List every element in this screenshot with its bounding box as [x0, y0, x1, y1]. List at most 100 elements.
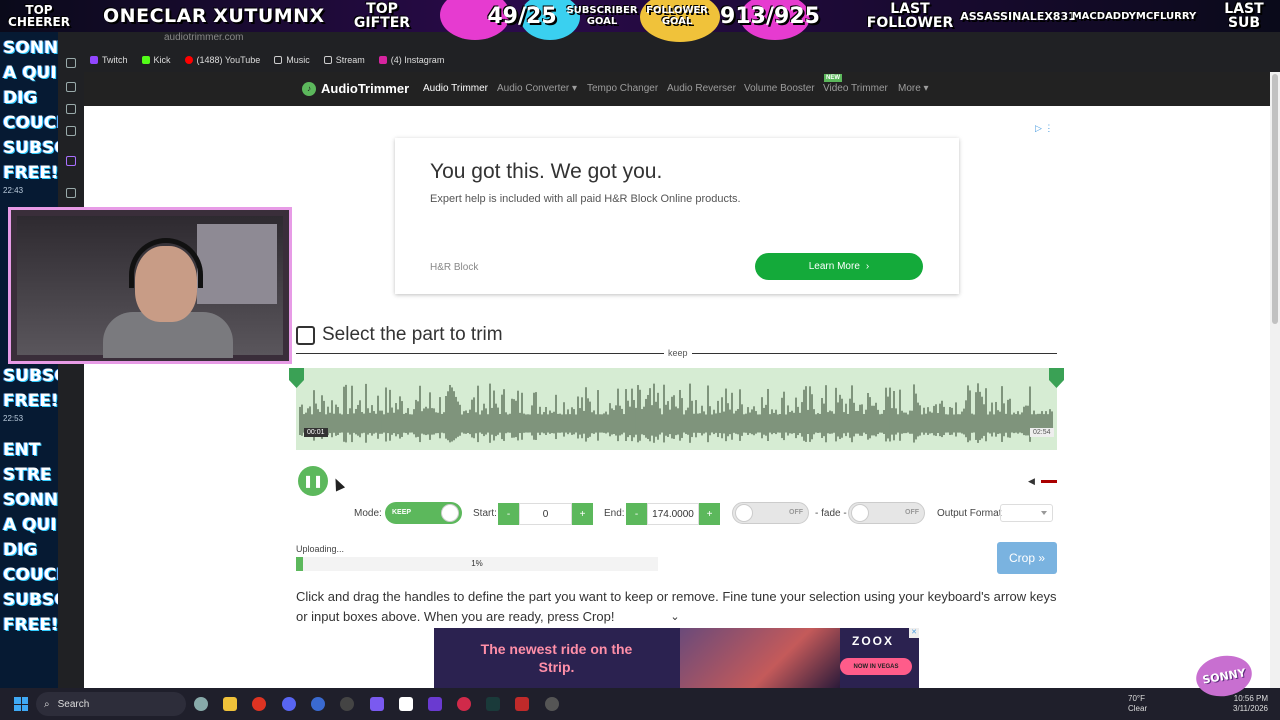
chat-line: SONNY: [3, 38, 58, 58]
chat-line: DIG: [3, 88, 38, 108]
toggle-knob: [735, 504, 753, 522]
keep-label: keep: [664, 348, 692, 358]
volume-slider[interactable]: [1041, 480, 1057, 483]
youtube-icon: [184, 56, 193, 64]
start-label: Start:: [473, 508, 497, 519]
mode-toggle[interactable]: KEEP: [385, 502, 462, 524]
top-gifter-name: XUTUMNX: [213, 5, 325, 27]
end-input[interactable]: 174.0000: [647, 503, 699, 525]
banner-ad[interactable]: The newest ride on the Strip. ZOOX NOW I…: [434, 628, 919, 688]
bookmark-stream[interactable]: Stream: [323, 55, 365, 65]
windows-start-icon[interactable]: [14, 697, 28, 711]
headset-icon: [129, 238, 203, 288]
bookmark-kick[interactable]: Kick: [141, 55, 171, 65]
bookmark-youtube[interactable]: (1488) YouTube: [184, 55, 261, 65]
chat-line: A QUI: [3, 63, 57, 83]
chat-line: FREE!: [3, 615, 58, 635]
banner-cta-button[interactable]: NOW IN VEGAS: [840, 658, 912, 675]
nav-audio-trimmer[interactable]: Audio Trimmer: [423, 83, 488, 94]
logo-text: AudioTrimmer: [321, 81, 410, 96]
bookmark-label: Kick: [153, 55, 171, 65]
learn-more-button[interactable]: Learn More ›: [755, 253, 923, 280]
scrollbar-thumb[interactable]: [1272, 74, 1278, 324]
app-icon[interactable]: [486, 697, 500, 711]
site-logo[interactable]: ♪ AudioTrimmer: [302, 81, 409, 96]
app-icon[interactable]: [515, 697, 529, 711]
file-explorer-icon[interactable]: [223, 697, 237, 711]
banner-logo: ZOOX: [852, 634, 895, 648]
sidebar-icon[interactable]: [66, 58, 76, 68]
chat-line: SUBSC: [3, 590, 58, 610]
discord-icon[interactable]: [282, 697, 296, 711]
output-format-select[interactable]: [1000, 504, 1053, 522]
twitch-icon[interactable]: [66, 156, 76, 166]
sidebar-icon[interactable]: [66, 126, 76, 136]
subscriber-goal-label: SUBSCRIBER GOAL: [566, 5, 638, 27]
volume-icon[interactable]: ◀: [1028, 476, 1035, 487]
crop-button[interactable]: Crop »: [997, 542, 1057, 574]
pause-icon: ❚❚: [302, 474, 324, 488]
system-clock[interactable]: 10:56 PM 3/11/2026: [1220, 694, 1268, 714]
webcam-video: [17, 216, 283, 358]
site-navbar: ♪ AudioTrimmer Audio Trimmer Audio Conver…: [84, 72, 1270, 106]
toggle-label: OFF: [905, 509, 919, 516]
display-ad[interactable]: You got this. We got you. Expert help is…: [395, 138, 959, 294]
stream-overlay-bar: TOP CHEERER ONECLAR XUTUMNX TOP GIFTER 4…: [0, 0, 1280, 42]
chat-timestamp: 22:43: [3, 186, 24, 195]
start-decrement-button[interactable]: -: [498, 503, 519, 525]
address-bar[interactable]: audiotrimmer.com: [164, 32, 243, 43]
nav-audio-converter[interactable]: Audio Converter ▾: [497, 83, 577, 94]
adchoices-icon[interactable]: ▷ ⋮: [1035, 123, 1053, 134]
opera-gx-icon[interactable]: [252, 697, 266, 711]
capcut-icon[interactable]: [399, 697, 413, 711]
bookmark-twitch[interactable]: Twitch: [90, 55, 128, 65]
nav-video-trimmer[interactable]: Video Trimmer: [823, 83, 888, 94]
maps-pin-icon[interactable]: [457, 697, 471, 711]
obs-icon[interactable]: [340, 697, 354, 711]
progress-text: 1%: [471, 559, 483, 568]
sidebar-icon[interactable]: [66, 104, 76, 114]
close-icon[interactable]: ✕: [909, 628, 919, 638]
weather-widget[interactable]: 70°F Clear: [1128, 694, 1147, 714]
kick-icon: [141, 56, 150, 64]
ad-brand: H&R Block: [430, 262, 479, 273]
top-cheerer-name: ONECLAR: [103, 5, 207, 27]
end-label: End:: [604, 508, 625, 519]
nav-audio-reverser[interactable]: Audio Reverser: [667, 83, 736, 94]
weather-desc: Clear: [1128, 704, 1148, 713]
pause-button[interactable]: ❚❚: [298, 466, 328, 496]
end-decrement-button[interactable]: -: [626, 503, 647, 525]
windows-taskbar: ⌕ Search 70°F Clear 10:56 PM 3/11/2026: [0, 688, 1280, 720]
fade-out-toggle[interactable]: OFF: [848, 502, 925, 524]
page-scrollbar[interactable]: [1270, 72, 1280, 688]
waveform[interactable]: [296, 368, 1057, 450]
bookmark-music[interactable]: Music: [274, 55, 310, 65]
nav-more[interactable]: More ▾: [898, 83, 929, 94]
start-increment-button[interactable]: +: [572, 503, 593, 525]
end-increment-button[interactable]: +: [699, 503, 720, 525]
fade-label: - fade -: [815, 508, 847, 519]
end-time-label: 02:54: [1030, 428, 1054, 437]
taskbar-search[interactable]: ⌕ Search: [36, 692, 186, 716]
chevron-right-icon: ›: [865, 261, 870, 272]
top-cheerer-label: TOP CHEERER: [8, 3, 70, 29]
clock-date: 3/11/2026: [1233, 704, 1268, 713]
toggle-knob: [851, 504, 869, 522]
mode-label: Mode:: [354, 508, 382, 519]
bookmark-instagram[interactable]: (4) Instagram: [378, 55, 444, 65]
nav-tempo-changer[interactable]: Tempo Changer: [587, 83, 658, 94]
app-icon[interactable]: [311, 697, 325, 711]
app-icon[interactable]: [428, 697, 442, 711]
nav-volume-booster[interactable]: Volume Booster: [744, 83, 815, 94]
toggle-label: KEEP: [392, 509, 412, 516]
sidebar-icon[interactable]: [66, 188, 76, 198]
app-icon[interactable]: [370, 697, 384, 711]
fade-in-toggle[interactable]: OFF: [732, 502, 809, 524]
chevron-down-icon[interactable]: ⌄: [656, 607, 694, 627]
settings-icon[interactable]: [194, 697, 208, 711]
start-input[interactable]: 0: [519, 503, 572, 525]
bookmark-label: (1488) YouTube: [196, 55, 261, 65]
chat-line: SUBSC: [3, 366, 58, 386]
music-icon[interactable]: [545, 697, 559, 711]
sidebar-icon[interactable]: [66, 82, 76, 92]
